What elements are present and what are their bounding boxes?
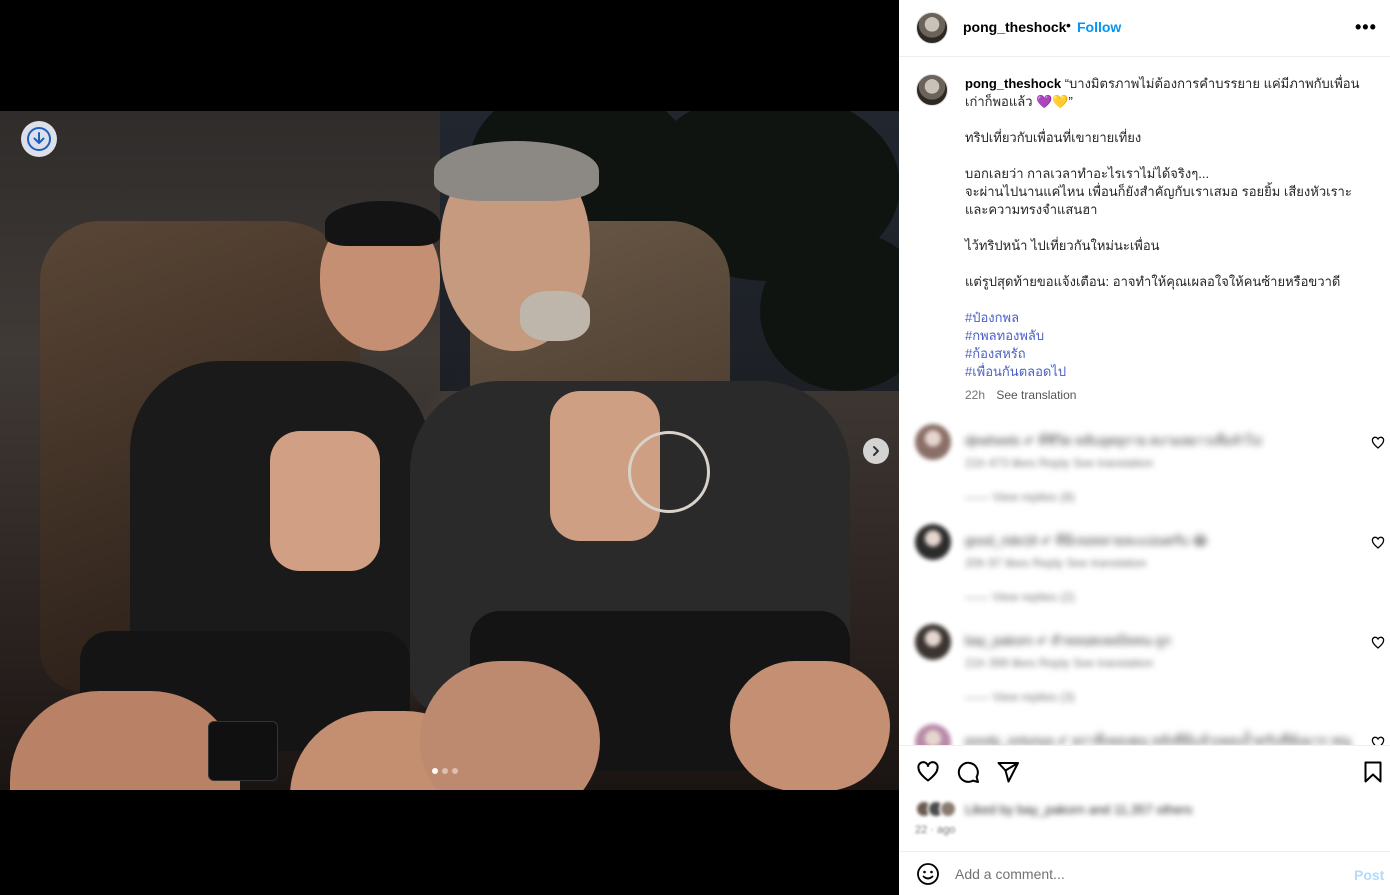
more-icon[interactable]: ••• xyxy=(1355,17,1377,38)
caption-line: ไว้ทริปหน้า ไปเที่ยวกันใหม่นะเพื่อน xyxy=(965,238,1160,253)
post-time: 22h xyxy=(965,388,986,402)
caption-line xyxy=(965,147,1375,165)
liked-by[interactable]: Liked by bay_pakorn and 11,357 others xyxy=(915,800,1192,818)
download-icon xyxy=(27,127,51,151)
caption-meta: 22h See translation xyxy=(965,388,1076,402)
shirt-logo xyxy=(628,431,710,513)
carousel-next-button[interactable] xyxy=(863,438,889,464)
caption-first-line: pong_theshock “บางมิตรภาพไม่ต้องการคำบรร… xyxy=(965,75,1375,111)
post-age: 22 · ago xyxy=(915,824,956,836)
emoji-icon[interactable] xyxy=(916,862,940,886)
comment-icon[interactable] xyxy=(956,760,980,784)
liker-avatar xyxy=(939,800,957,818)
comment-text: bay_pakorn ✔ สำหลอดเพลงิลหน ถูก xyxy=(965,633,1172,648)
avatar[interactable] xyxy=(915,424,951,460)
liked-by-text: Liked by bay_pakorn and 11,357 others xyxy=(965,801,1193,817)
media-pane xyxy=(0,0,899,895)
comment-item: poody_ontunya ✔ ยกาที่เพลงคุน หลังที่มีแ… xyxy=(899,724,1390,745)
avatar[interactable] xyxy=(915,724,951,745)
comment-meta: 20h 97 likes Reply See translation xyxy=(965,556,1147,570)
avatar[interactable] xyxy=(915,624,951,660)
comment-item: good_ride18 ✔ ที่มีเจอหลายละแน่นครับ 😂 20… xyxy=(899,524,1390,624)
view-replies-link[interactable]: —— View replies (3) xyxy=(965,690,1075,704)
comment-input[interactable] xyxy=(955,860,1335,888)
download-button[interactable] xyxy=(21,121,57,157)
post-comment-button[interactable]: Post xyxy=(1354,867,1384,883)
comment-text: good_ride18 ✔ ที่มีเจอหลายละแน่นครับ 😂 xyxy=(965,533,1208,548)
heart-icon[interactable] xyxy=(916,760,940,784)
bookmark-icon[interactable] xyxy=(1361,760,1385,784)
caption-line xyxy=(965,219,1375,237)
caption-line xyxy=(965,111,1375,129)
comment-like-icon[interactable] xyxy=(1371,636,1385,650)
share-icon[interactable] xyxy=(996,760,1020,784)
comment-item: bay_pakorn ✔ สำหลอดเพลงิลหน ถูก 21h 399 l… xyxy=(899,624,1390,724)
comment-meta: 21h 399 likes Reply See translation xyxy=(965,656,1154,670)
comments-scroll-area[interactable]: pong_theshock “บางมิตรภาพไม่ต้องการคำบรร… xyxy=(899,58,1390,745)
caption-avatar[interactable] xyxy=(916,74,948,106)
carousel-dot xyxy=(432,768,438,774)
follow-button[interactable]: Follow xyxy=(1077,19,1121,35)
post-photo[interactable] xyxy=(0,111,899,790)
post-caption: pong_theshock “บางมิตรภาพไม่ต้องการคำบรร… xyxy=(965,75,1375,381)
hashtag-link[interactable]: #ป๋องกพล xyxy=(965,309,1375,327)
header-separator: • xyxy=(1066,17,1071,33)
chevron-right-icon xyxy=(873,446,879,456)
comment-text: poody_ontunya ✔ ยกาที่เพลงคุน หลังที่มีแ… xyxy=(965,733,1351,745)
post-actions: Liked by bay_pakorn and 11,357 others 22… xyxy=(899,745,1390,895)
comment-bar: Post xyxy=(899,851,1390,895)
header-username[interactable]: pong_theshock xyxy=(963,19,1066,35)
caption-line: แต่รูปสุดท้ายขอแจ้งเตือน: อาจทำให้คุณเผล… xyxy=(965,274,1341,289)
hashtag-link[interactable]: #กพลทองพลับ xyxy=(965,327,1375,345)
caption-line: ทริปเที่ยวกับเพื่อนที่เขายายเที่ยง xyxy=(965,130,1142,145)
comment-meta: 21h 473 likes Reply See translation xyxy=(965,456,1154,470)
caption-username[interactable]: pong_theshock xyxy=(965,76,1061,91)
photo-phone xyxy=(208,721,278,781)
see-translation-link[interactable]: See translation xyxy=(996,388,1076,402)
caption-line xyxy=(965,291,1375,309)
post-side-panel: pong_theshock • Follow ••• pong_theshock… xyxy=(899,0,1390,895)
view-replies-link[interactable]: —— View replies (2) xyxy=(965,590,1075,604)
caption-line: จะผ่านไปนานแค่ไหน เพื่อนก็ยังสำคัญกับเรา… xyxy=(965,184,1352,217)
view-replies-link[interactable]: —— View replies (8) xyxy=(965,490,1075,504)
carousel-indicator xyxy=(432,768,458,774)
hashtag-link[interactable]: #ก้องสหรัถ xyxy=(965,345,1375,363)
comment-text: dj•wheels ✔ ที่ชีวิต หลับอุดยุกาย คงามลย… xyxy=(965,433,1262,448)
carousel-dot xyxy=(452,768,458,774)
caption-line xyxy=(965,255,1375,273)
avatar[interactable] xyxy=(916,12,948,44)
comment-like-icon[interactable] xyxy=(1371,436,1385,450)
comment-item: dj•wheels ✔ ที่ชีวิต หลับอุดยุกาย คงามลย… xyxy=(899,424,1390,524)
comment-like-icon[interactable] xyxy=(1371,736,1385,745)
hashtag-link[interactable]: #เพื่อนกันตลอดไป xyxy=(965,363,1375,381)
caption-line: บอกเลยว่า กาลเวลาทำอะไรเราไม่ได้จริงๆ... xyxy=(965,166,1210,181)
post-header: pong_theshock • Follow ••• xyxy=(899,0,1390,57)
comment-like-icon[interactable] xyxy=(1371,536,1385,550)
carousel-dot xyxy=(442,768,448,774)
avatar[interactable] xyxy=(915,524,951,560)
